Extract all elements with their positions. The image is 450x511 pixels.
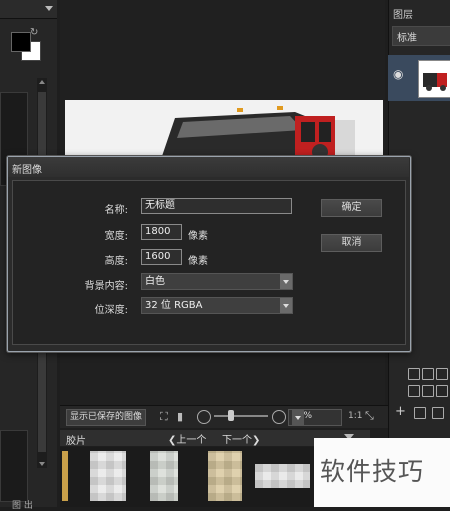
layers-panel-title: 图层	[393, 10, 413, 21]
dropdown-icon[interactable]	[45, 6, 53, 11]
chevron-down-icon[interactable]	[280, 274, 292, 289]
left-panel-box-bottom	[0, 430, 28, 502]
layer-thumbnail	[418, 60, 450, 98]
film-thumb[interactable]	[150, 451, 178, 501]
fit-screen-icon[interactable]: ⛶	[160, 410, 168, 424]
chevron-right-icon: ❯	[252, 435, 261, 446]
layer-tools-row	[408, 366, 450, 400]
background-label: 背景内容:	[84, 281, 128, 292]
chevron-down-icon[interactable]	[280, 298, 292, 313]
fit-icon[interactable]: ⤡	[365, 409, 374, 423]
filmstrip-title: 胶片	[66, 436, 86, 447]
cancel-button[interactable]: 取消	[321, 234, 382, 252]
next-button[interactable]: 下一个❯	[222, 431, 260, 446]
zoom-select[interactable]: 76%	[288, 409, 342, 426]
zoom-in-icon[interactable]	[272, 410, 286, 424]
swap-colors-icon[interactable]: ↻	[30, 27, 38, 38]
previous-label: 上一个	[176, 435, 207, 446]
left-bottom-label: 图 出	[12, 501, 33, 511]
next-label: 下一个	[222, 435, 252, 446]
width-unit: 像素	[188, 231, 208, 242]
show-saved-image-button[interactable]: 显示已保存的图像	[66, 409, 147, 426]
height-label: 高度:	[104, 256, 128, 267]
camera-icon[interactable]	[422, 385, 434, 397]
height-unit: 像素	[188, 256, 208, 267]
histogram-icon[interactable]: ▮	[177, 410, 183, 423]
bit-depth-select[interactable]: 32 位 RGBA	[141, 297, 293, 314]
width-input[interactable]: 1800	[141, 224, 182, 240]
add-layer-icon[interactable]: +	[395, 404, 406, 419]
image-icon[interactable]	[436, 368, 448, 380]
background-value: 白色	[145, 276, 165, 287]
film-thumb[interactable]	[90, 451, 126, 501]
vehicle-image	[65, 100, 383, 162]
actual-size-button[interactable]: 1:1	[348, 411, 362, 421]
eye-icon[interactable]: ◉	[393, 67, 403, 81]
edit-icon[interactable]	[408, 368, 420, 380]
film-thumb[interactable]	[62, 451, 68, 501]
bit-depth-label: 位深度:	[94, 305, 128, 316]
name-label: 名称:	[104, 205, 128, 216]
zoom-slider-track[interactable]	[214, 415, 268, 417]
previous-button[interactable]: ❮上一个	[168, 431, 206, 446]
watermark-text: 软件技巧	[320, 457, 425, 486]
layer-options-icon[interactable]	[432, 407, 444, 419]
background-select[interactable]: 白色	[141, 273, 293, 290]
levels-icon[interactable]	[422, 368, 434, 380]
bit-depth-value: 32 位 RGBA	[145, 300, 203, 311]
layer-actions-row: +	[392, 404, 450, 422]
width-label: 宽度:	[104, 231, 128, 242]
adjust-icon[interactable]	[408, 385, 420, 397]
duplicate-layer-icon[interactable]	[414, 407, 426, 419]
blend-mode-value: 标准	[397, 33, 417, 44]
chevron-down-icon[interactable]	[292, 410, 304, 425]
mask-icon[interactable]	[436, 385, 448, 397]
blend-mode-select[interactable]: 标准	[392, 26, 450, 46]
film-thumb[interactable]	[255, 464, 310, 488]
dialog-titlebar[interactable]	[8, 157, 409, 177]
zoom-out-icon[interactable]	[197, 410, 211, 424]
foreground-color-swatch[interactable]	[11, 32, 31, 52]
canvas-image[interactable]	[65, 100, 383, 162]
height-input[interactable]: 1600	[141, 249, 182, 265]
dialog-title: 新图像	[12, 165, 42, 176]
name-input[interactable]: 无标题	[141, 198, 292, 214]
ok-button[interactable]: 确定	[321, 199, 382, 217]
film-thumb[interactable]	[208, 451, 242, 501]
left-panel-header	[0, 0, 57, 19]
zoom-slider-knob[interactable]	[228, 410, 234, 421]
